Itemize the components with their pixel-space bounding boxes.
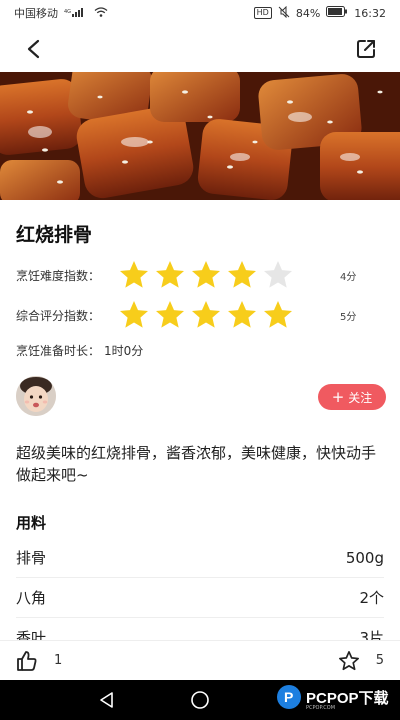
like-count: 1 xyxy=(54,653,63,668)
carrier-text: 中国移动 xyxy=(14,7,58,20)
prep-time-label: 烹饪准备时长： xyxy=(16,344,101,358)
triangle-back-icon xyxy=(99,692,113,708)
prep-time-value: 1时0分 xyxy=(104,344,144,358)
watermark-subtext: PCPOP.COM xyxy=(306,705,336,711)
svg-text:4G: 4G xyxy=(64,9,71,15)
like-button[interactable]: 1 xyxy=(16,650,62,672)
star-filled-icon xyxy=(156,301,184,328)
hd-badge: HD xyxy=(253,7,272,19)
wifi-icon xyxy=(94,6,108,20)
overall-label: 综合评分指数： xyxy=(16,308,101,323)
share-icon xyxy=(357,40,375,58)
ingredient-name: 排骨 xyxy=(16,549,47,567)
difficulty-score: 4分 xyxy=(340,271,357,283)
star-outline-icon xyxy=(338,650,359,670)
prep-time-row: 烹饪准备时长： 1时0分 xyxy=(16,342,143,359)
clock-text: 16:32 xyxy=(354,6,386,20)
star-filled-icon xyxy=(120,261,148,288)
star-filled-icon xyxy=(228,301,256,328)
star-filled-icon xyxy=(156,261,184,288)
battery-percent: 84% xyxy=(295,6,321,20)
mute-icon xyxy=(278,5,290,21)
star-filled-icon xyxy=(192,301,220,328)
share-button[interactable] xyxy=(352,35,380,63)
battery-icon xyxy=(326,6,348,20)
follow-button[interactable]: + 关注 xyxy=(318,384,386,410)
difficulty-rating-row: 烹饪难度指数： 4分 xyxy=(16,258,386,292)
difficulty-stars xyxy=(118,259,340,291)
overall-rating-row: 综合评分指数： 5分 xyxy=(16,298,386,332)
favorite-count: 5 xyxy=(375,653,384,668)
circle-home-icon xyxy=(191,691,209,709)
star-filled-icon xyxy=(120,301,148,328)
recipe-description: 超级美味的红烧排骨，酱香浓郁，美味健康，快快动手做起来吧~ xyxy=(16,444,377,484)
ingredient-name: 香叶 xyxy=(16,629,47,640)
difficulty-label: 烹饪难度指数： xyxy=(16,268,101,283)
overall-score: 5分 xyxy=(340,311,357,323)
star-filled-icon xyxy=(228,261,256,288)
ingredient-row: 香叶 3片 xyxy=(16,618,384,640)
svg-text:P: P xyxy=(284,689,293,705)
status-bar: 中国移动 4G HD 84% 16:32 xyxy=(0,0,400,26)
follow-label: 关注 xyxy=(348,390,373,405)
recipe-hero-image xyxy=(0,72,400,200)
star-filled-icon xyxy=(264,301,292,328)
system-back-button[interactable] xyxy=(95,688,119,712)
ingredient-amount: 3片 xyxy=(359,629,384,640)
signal-icon: 4G xyxy=(64,7,88,20)
ingredient-amount: 2个 xyxy=(359,589,384,607)
top-nav xyxy=(0,26,400,72)
star-empty-icon xyxy=(264,261,292,288)
thumb-up-icon xyxy=(17,650,37,671)
avatar[interactable] xyxy=(16,376,56,416)
ingredient-list: 排骨 500g 八角 2个 香叶 3片 xyxy=(0,538,400,640)
ingredient-row: 排骨 500g xyxy=(16,538,384,578)
ingredient-row: 八角 2个 xyxy=(16,578,384,618)
favorite-button[interactable]: 5 xyxy=(338,650,384,672)
chevron-left-icon xyxy=(27,39,40,59)
star-filled-icon xyxy=(192,261,220,288)
ingredient-name: 八角 xyxy=(16,589,47,607)
ingredients-title: 用料 xyxy=(16,514,47,532)
plus-icon: + xyxy=(331,388,345,406)
ingredient-amount: 500g xyxy=(345,548,384,567)
back-button[interactable] xyxy=(20,35,48,63)
system-home-button[interactable] xyxy=(188,688,212,712)
overall-stars xyxy=(118,299,340,331)
recipe-title: 红烧排骨 xyxy=(16,224,93,246)
pcpop-logo-icon: P xyxy=(277,685,301,709)
bottom-action-bar: 1 5 xyxy=(0,640,400,680)
